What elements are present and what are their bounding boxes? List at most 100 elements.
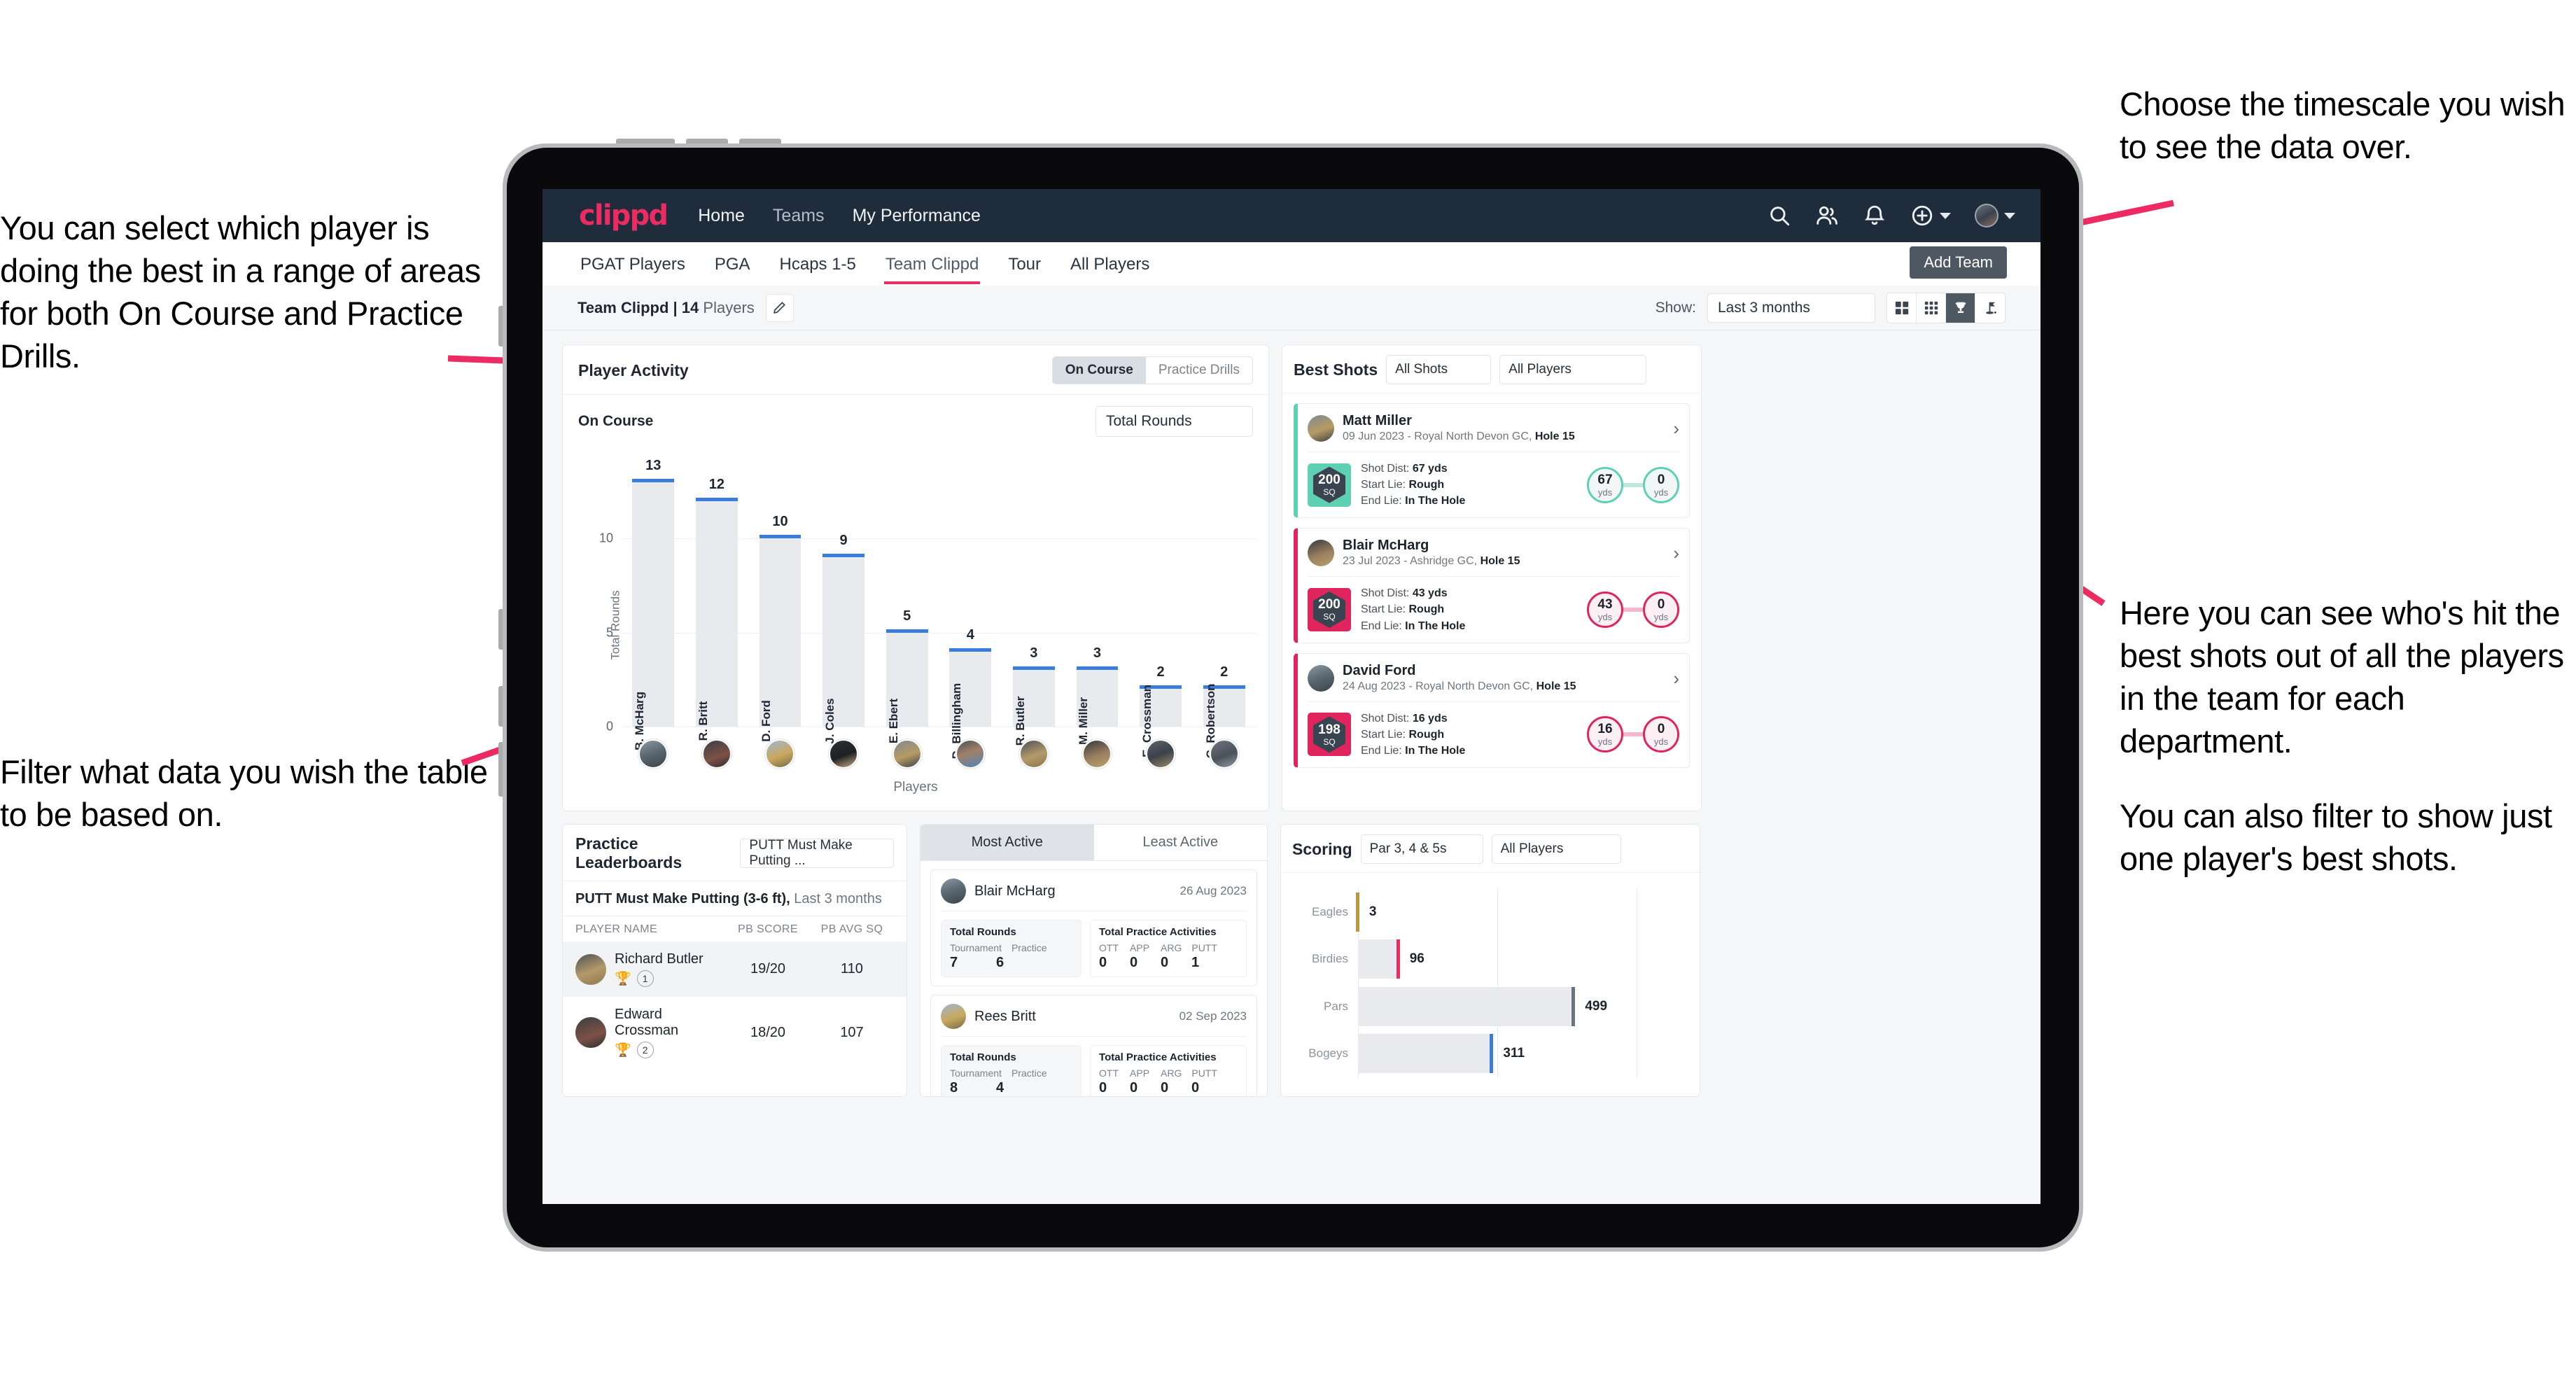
chevron-down-icon (1940, 212, 1951, 219)
clippd-logo[interactable]: clippd (579, 202, 668, 230)
tab-hcaps-1-5[interactable]: Hcaps 1-5 (778, 244, 858, 284)
shot-type-select[interactable]: All Shots (1386, 355, 1492, 384)
chart-bar[interactable] (632, 478, 675, 727)
tab-all-players[interactable]: All Players (1069, 244, 1151, 284)
chart-bar[interactable] (759, 535, 802, 727)
avatar[interactable] (765, 739, 795, 769)
activity-player-card[interactable]: Rees Britt 02 Sep 2023 Total Rounds Tournam… (930, 995, 1257, 1096)
chevron-right-icon[interactable]: › (1673, 544, 1679, 562)
tab-least-active[interactable]: Least Active (1093, 825, 1267, 860)
best-shot-card[interactable]: Blair McHarg 23 Jul 2023 - Ashridge GC, H… (1294, 528, 1690, 643)
best-shot-body: 200 SQ Shot Dist: 67 yds Start Lie: Rough En… (1308, 452, 1679, 510)
scoring-bar[interactable]: 311 (1358, 1034, 1525, 1074)
nav-link-my-performance[interactable]: My Performance (853, 206, 981, 226)
shot-dist-value: 67 yds (1412, 462, 1448, 475)
chart-bar-column[interactable]: 3 R. Butler (1002, 463, 1066, 746)
avatar[interactable] (1975, 204, 1998, 227)
view-golf-flag-button[interactable] (1975, 293, 2005, 323)
avatar[interactable] (701, 739, 732, 769)
chart-bar-column[interactable]: 2 E. Crossman (1129, 463, 1193, 757)
shot-quality-badge: 200 SQ (1308, 587, 1351, 631)
bell-icon[interactable] (1863, 204, 1886, 227)
chart-bar-column[interactable]: 3 M. Miller (1065, 463, 1129, 745)
search-icon[interactable] (1768, 204, 1791, 227)
shot-to-unit: yds (1653, 611, 1669, 622)
add-menu[interactable] (1910, 204, 1951, 227)
view-grid-3x3-button[interactable] (1917, 293, 1946, 323)
chevron-right-icon[interactable]: › (1673, 669, 1679, 687)
avatar[interactable] (892, 739, 922, 769)
scoring-player-select[interactable]: All Players (1491, 834, 1621, 864)
chart-bar-value: 2 (1220, 664, 1228, 680)
best-shot-player-name: Blair McHarg (1343, 538, 1429, 554)
start-lie-line: Start Lie: Rough (1361, 601, 1465, 617)
timescale-select[interactable]: Last 3 months (1707, 293, 1875, 323)
view-grid-2x2-button[interactable] (1887, 293, 1917, 323)
chart-bar-column[interactable]: 9 J. Coles (812, 463, 876, 744)
chart-bar-column[interactable]: 10 D. Ford (748, 463, 812, 742)
table-row[interactable]: Edward Crossman 🏆 2 18/20 107 (563, 997, 906, 1068)
scoring-bar[interactable]: 96 (1358, 939, 1424, 979)
chart-avatar-slot (1129, 739, 1193, 769)
avatar[interactable] (1082, 739, 1112, 769)
practice-activities-title: Total Practice Activities (1099, 1051, 1217, 1063)
chart-avatar-slot (939, 739, 1002, 769)
drill-select[interactable]: PUTT Must Make Putting ... (740, 838, 894, 868)
mode-on-course-button[interactable]: On Course (1052, 357, 1146, 384)
rounds-label: Practice (1011, 1068, 1047, 1079)
shot-quality-badge: 200 SQ (1308, 463, 1351, 507)
plus-circle-icon[interactable] (1910, 204, 1934, 227)
chevron-right-icon[interactable]: › (1673, 419, 1679, 438)
tab-tour[interactable]: Tour (1007, 244, 1042, 284)
tab-most-active[interactable]: Most Active (920, 825, 1094, 860)
avatar[interactable] (1018, 739, 1049, 769)
chart-bar-value: 13 (645, 457, 662, 473)
chart-bar-label: M. Miller (1077, 696, 1091, 746)
chart-bar-column[interactable]: 4 D. Billingham (939, 463, 1002, 759)
tab-pgat-players[interactable]: PGAT Players (579, 244, 687, 284)
view-trophy-button[interactable] (1946, 293, 1975, 323)
shot-dist-line: Shot Dist: 43 yds (1361, 585, 1465, 601)
scoring-bar[interactable]: 3 (1355, 892, 1376, 932)
shot-dist-value: 43 yds (1412, 587, 1448, 600)
avatar (575, 1017, 606, 1048)
end-lie-line: End Lie: In The Hole (1361, 618, 1465, 634)
rank-badge: 🏆 1 (615, 970, 704, 987)
avatar[interactable] (829, 739, 859, 769)
metric-select[interactable]: Total Rounds (1096, 406, 1253, 437)
avatar[interactable] (1146, 739, 1176, 769)
people-icon[interactable] (1815, 204, 1839, 227)
chart-bar-column[interactable]: 12 R. Britt (685, 463, 749, 741)
edit-team-button[interactable] (765, 293, 794, 322)
chart-avatar-slot (622, 739, 685, 769)
scoring-plot-area: Eagles 3 Birdies 96 Pars 499 Bogeys 311 (1308, 888, 1637, 1077)
avatar[interactable] (638, 739, 668, 769)
scoring-bar[interactable]: 499 (1358, 986, 1607, 1026)
activity-player-card[interactable]: Blair McHarg 26 Aug 2023 Total Rounds Tourn… (930, 869, 1257, 986)
best-shot-card[interactable]: David Ford 24 Aug 2023 - Royal North Devo… (1294, 652, 1690, 769)
tab-team-clippd[interactable]: Team Clippd (883, 244, 981, 284)
start-lie-value: Rough (1408, 603, 1445, 616)
nav-link-home[interactable]: Home (698, 206, 745, 226)
shot-dist-value: 16 yds (1412, 712, 1448, 724)
start-lie-line: Start Lie: Rough (1361, 727, 1465, 743)
tab-pga[interactable]: PGA (713, 244, 752, 284)
par-select[interactable]: Par 3, 4 & 5s (1360, 834, 1483, 864)
avatar[interactable] (955, 739, 986, 769)
chart-bar-column[interactable]: 5 E. Ebert (875, 463, 939, 743)
mode-practice-drills-button[interactable]: Practice Drills (1145, 357, 1252, 384)
chart-bar-column[interactable]: 13 B. McHarg (622, 458, 685, 750)
table-row[interactable]: Richard Butler 🏆 1 19/20 110 (563, 941, 906, 997)
avatar[interactable] (1209, 739, 1239, 769)
chart-y-tick: 10 (598, 531, 613, 545)
best-shot-card[interactable]: Matt Miller 09 Jun 2023 - Royal North Dev… (1294, 403, 1690, 519)
shot-start-node: 67 yds (1587, 466, 1623, 503)
nav-link-teams[interactable]: Teams (773, 206, 825, 226)
account-menu[interactable] (1975, 204, 2015, 227)
start-lie-label: Start Lie: (1361, 728, 1406, 741)
activity-list: Blair McHarg 26 Aug 2023 Total Rounds Tourn… (920, 869, 1267, 1096)
chart-bar-column[interactable]: 2 C. Robertson (1192, 463, 1256, 758)
chart-bar[interactable] (696, 497, 738, 727)
trophy-icon: 🏆 (615, 972, 631, 986)
shot-player-select[interactable]: All Players (1499, 355, 1647, 384)
